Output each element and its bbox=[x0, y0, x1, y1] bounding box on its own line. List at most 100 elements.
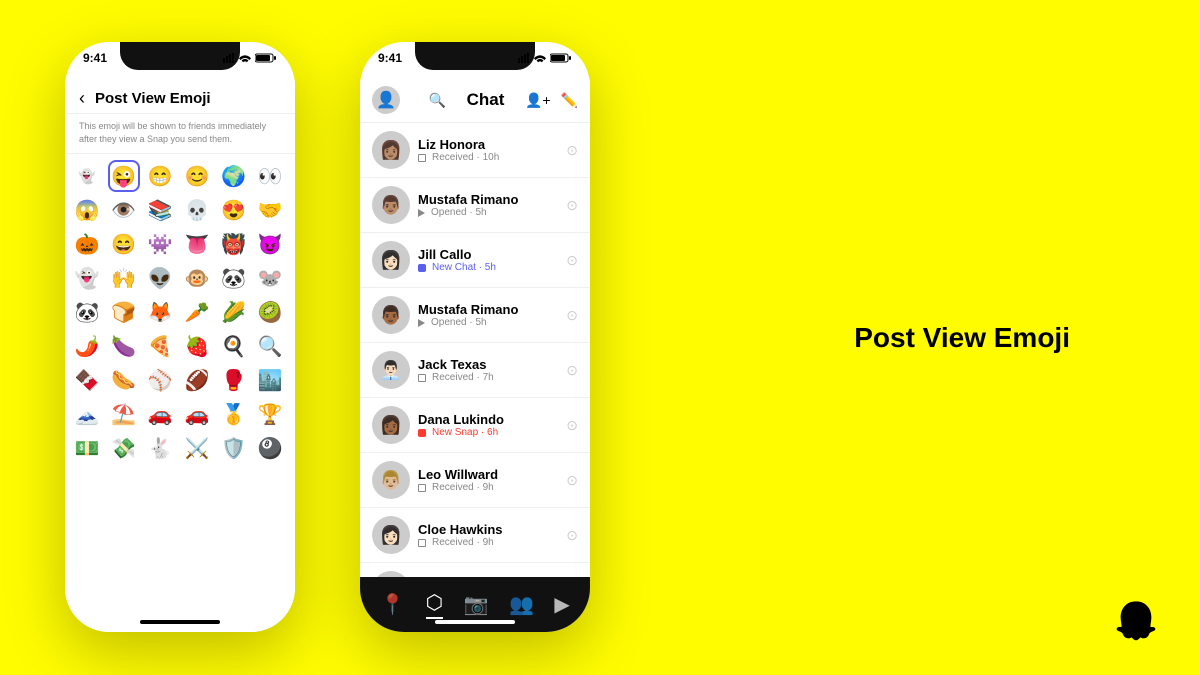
emoji-cell-2[interactable]: 😁 bbox=[144, 160, 176, 192]
chat-item-1[interactable]: 👨🏽 Mustafa Rimano Opened · 5h ⊙ bbox=[360, 178, 590, 233]
chat-status-7: Received · 9h bbox=[418, 537, 566, 548]
emoji-cell-49[interactable]: 💸 bbox=[108, 432, 140, 464]
chat-item-7[interactable]: 👩🏻 Cloe Hawkins Received · 9h ⊙ bbox=[360, 508, 590, 563]
emoji-cell-18[interactable]: 👻 bbox=[71, 262, 103, 294]
emoji-cell-53[interactable]: 🎱 bbox=[254, 432, 286, 464]
emoji-cell-27[interactable]: 🥕 bbox=[181, 296, 213, 328]
emoji-cell-26[interactable]: 🦊 bbox=[144, 296, 176, 328]
camera-icon-1[interactable]: ⊙ bbox=[566, 197, 578, 214]
emoji-cell-19[interactable]: 🙌 bbox=[108, 262, 140, 294]
chat-title: Chat bbox=[467, 90, 505, 110]
avatar-2: 👩🏻 bbox=[372, 241, 410, 279]
snapchat-logo-icon bbox=[1112, 599, 1160, 647]
emoji-cell-24[interactable]: 🐼 bbox=[71, 296, 103, 328]
emoji-cell-23[interactable]: 🐭 bbox=[254, 262, 286, 294]
right-screen: 👤 🔍 Chat 👤+ ✏️ 👩🏽 Liz Honora Received · … bbox=[360, 78, 590, 632]
emoji-cell-22[interactable]: 🐼 bbox=[218, 262, 250, 294]
emoji-cell-8[interactable]: 📚 bbox=[144, 194, 176, 226]
emoji-cell-40[interactable]: 🥊 bbox=[218, 364, 250, 396]
map-nav-icon[interactable]: 📍 bbox=[380, 592, 405, 617]
emoji-cell-36[interactable]: 🍫 bbox=[71, 364, 103, 396]
emoji-cell-15[interactable]: 👅 bbox=[181, 228, 213, 260]
avatar-5: 👩🏾 bbox=[372, 406, 410, 444]
emoji-cell-9[interactable]: 💀 bbox=[181, 194, 213, 226]
chat-item-5[interactable]: 👩🏾 Dana Lukindo New Snap · 6h ⊙ bbox=[360, 398, 590, 453]
emoji-cell-11[interactable]: 🤝 bbox=[254, 194, 286, 226]
emoji-cell-33[interactable]: 🍓 bbox=[181, 330, 213, 362]
emoji-cell-5[interactable]: 👀 bbox=[254, 160, 286, 192]
new-chat-icon[interactable]: ✏️ bbox=[561, 92, 578, 109]
camera-icon-2[interactable]: ⊙ bbox=[566, 252, 578, 269]
emoji-cell-20[interactable]: 👽 bbox=[144, 262, 176, 294]
emoji-cell-17[interactable]: 😈 bbox=[254, 228, 286, 260]
emoji-cell-45[interactable]: 🚗 bbox=[181, 398, 213, 430]
emoji-cell-47[interactable]: 🏆 bbox=[254, 398, 286, 430]
emoji-cell-38[interactable]: ⚾ bbox=[144, 364, 176, 396]
emoji-grid: 👻😜😁😊🌍👀😱👁️📚💀😍🤝🎃😄👾👅👹😈👻🙌👽🐵🐼🐭🐼🍞🦊🥕🌽🥝🌶️🍆🍕🍓🍳🔍🍫🌭… bbox=[65, 154, 295, 470]
emoji-cell-21[interactable]: 🐵 bbox=[181, 262, 213, 294]
camera-icon-5[interactable]: ⊙ bbox=[566, 417, 578, 434]
chat-status-4: Received · 7h bbox=[418, 372, 566, 383]
emoji-cell-52[interactable]: 🛡️ bbox=[218, 432, 250, 464]
chat-info-0: Liz Honora Received · 10h bbox=[418, 137, 566, 163]
emoji-cell-1[interactable]: 😜 bbox=[108, 160, 140, 192]
emoji-cell-12[interactable]: 🎃 bbox=[71, 228, 103, 260]
emoji-cell-6[interactable]: 😱 bbox=[71, 194, 103, 226]
emoji-cell-0[interactable]: 👻 bbox=[71, 160, 103, 192]
chat-item-3[interactable]: 👨🏾 Mustafa Rimano Opened · 5h ⊙ bbox=[360, 288, 590, 343]
camera-icon-7[interactable]: ⊙ bbox=[566, 527, 578, 544]
emoji-cell-16[interactable]: 👹 bbox=[218, 228, 250, 260]
emoji-cell-25[interactable]: 🍞 bbox=[108, 296, 140, 328]
emoji-cell-43[interactable]: ⛱️ bbox=[108, 398, 140, 430]
emoji-cell-7[interactable]: 👁️ bbox=[108, 194, 140, 226]
camera-icon-4[interactable]: ⊙ bbox=[566, 362, 578, 379]
chat-list: 👩🏽 Liz Honora Received · 10h ⊙ 👨🏽 Mustaf… bbox=[360, 123, 590, 587]
emoji-cell-13[interactable]: 😄 bbox=[108, 228, 140, 260]
camera-icon-6[interactable]: ⊙ bbox=[566, 472, 578, 489]
chat-item-0[interactable]: 👩🏽 Liz Honora Received · 10h ⊙ bbox=[360, 123, 590, 178]
spotlight-nav-icon[interactable]: ▶ bbox=[554, 592, 569, 617]
status-bar-left: 9:41 bbox=[65, 48, 295, 68]
emoji-cell-41[interactable]: 🏙️ bbox=[254, 364, 286, 396]
emoji-cell-29[interactable]: 🥝 bbox=[254, 296, 286, 328]
emoji-cell-10[interactable]: 😍 bbox=[218, 194, 250, 226]
chat-info-5: Dana Lukindo New Snap · 6h bbox=[418, 412, 566, 438]
emoji-cell-32[interactable]: 🍕 bbox=[144, 330, 176, 362]
left-screen: ‹ Post View Emoji This emoji will be sho… bbox=[65, 78, 295, 632]
friends-nav-icon[interactable]: 👥 bbox=[509, 592, 534, 617]
chat-name-6: Leo Willward bbox=[418, 467, 566, 482]
emoji-cell-34[interactable]: 🍳 bbox=[218, 330, 250, 362]
emoji-cell-35[interactable]: 🔍 bbox=[254, 330, 286, 362]
emoji-cell-4[interactable]: 🌍 bbox=[218, 160, 250, 192]
emoji-cell-31[interactable]: 🍆 bbox=[108, 330, 140, 362]
chat-item-6[interactable]: 👨🏼 Leo Willward Received · 9h ⊙ bbox=[360, 453, 590, 508]
chat-item-4[interactable]: 👨🏻‍💼 Jack Texas Received · 7h ⊙ bbox=[360, 343, 590, 398]
emoji-cell-14[interactable]: 👾 bbox=[144, 228, 176, 260]
camera-icon-0[interactable]: ⊙ bbox=[566, 142, 578, 159]
emoji-cell-42[interactable]: 🗻 bbox=[71, 398, 103, 430]
chat-item-2[interactable]: 👩🏻 Jill Callo New Chat · 5h ⊙ bbox=[360, 233, 590, 288]
chat-status-2: New Chat · 5h bbox=[418, 262, 566, 273]
emoji-cell-3[interactable]: 😊 bbox=[181, 160, 213, 192]
left-phone: 9:41 ‹ Post View Emoji This emoji will b… bbox=[65, 42, 295, 632]
emoji-cell-37[interactable]: 🌭 bbox=[108, 364, 140, 396]
emoji-cell-51[interactable]: ⚔️ bbox=[181, 432, 213, 464]
search-icon[interactable]: 🔍 bbox=[429, 92, 446, 109]
back-button[interactable]: ‹ bbox=[79, 88, 85, 109]
stories-nav-icon[interactable]: ⬡ bbox=[426, 590, 443, 619]
chat-status-0: Received · 10h bbox=[418, 152, 566, 163]
chat-info-1: Mustafa Rimano Opened · 5h bbox=[418, 192, 566, 218]
add-friend-icon[interactable]: 👤+ bbox=[525, 92, 551, 109]
emoji-cell-50[interactable]: 🐇 bbox=[144, 432, 176, 464]
chat-name-7: Cloe Hawkins bbox=[418, 522, 566, 537]
avatar-4: 👨🏻‍💼 bbox=[372, 351, 410, 389]
emoji-cell-48[interactable]: 💵 bbox=[71, 432, 103, 464]
status-bar-right: 9:41 bbox=[360, 48, 590, 68]
emoji-cell-30[interactable]: 🌶️ bbox=[71, 330, 103, 362]
emoji-cell-44[interactable]: 🚗 bbox=[144, 398, 176, 430]
emoji-cell-46[interactable]: 🥇 bbox=[218, 398, 250, 430]
emoji-cell-39[interactable]: 🏈 bbox=[181, 364, 213, 396]
camera-nav-icon[interactable]: 📷 bbox=[464, 592, 489, 617]
emoji-cell-28[interactable]: 🌽 bbox=[218, 296, 250, 328]
camera-icon-3[interactable]: ⊙ bbox=[566, 307, 578, 324]
